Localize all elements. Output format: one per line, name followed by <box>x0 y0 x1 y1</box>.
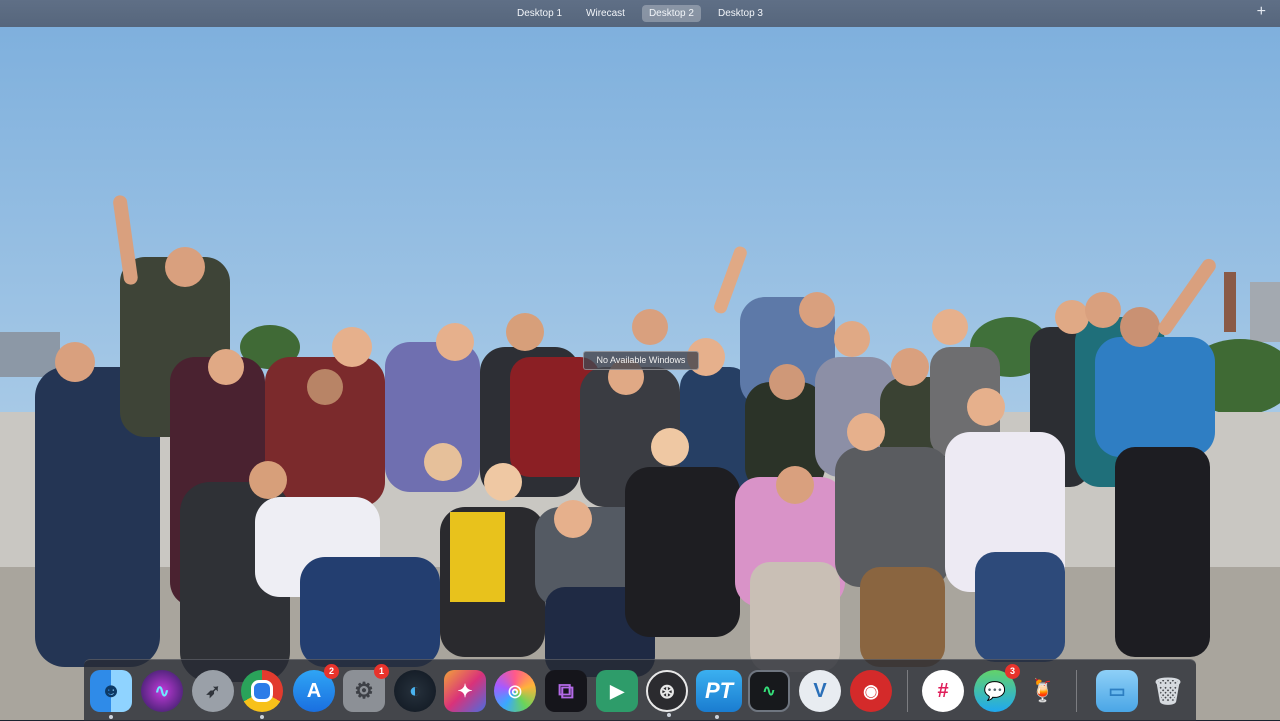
dock: ☻ ∿ ➶ A2 ⚙ 1 ◐ ✦ ◎ ⧉ ▶ ⊛ PT ∿ V ◉ # 💬 3 … <box>84 659 1196 721</box>
notification-badge: 1 <box>374 664 389 679</box>
space-desktop-2[interactable]: Desktop 2 <box>641 5 701 22</box>
final-cut-pro-icon[interactable]: ✦ <box>444 670 486 712</box>
messages-icon[interactable]: 💬 3 <box>974 664 1020 712</box>
notification-badge: 2 <box>324 664 339 679</box>
app-icon[interactable]: ⧉ <box>545 670 587 712</box>
app-icon[interactable]: ◐ <box>394 670 436 712</box>
app-icon[interactable]: ◉ <box>850 670 892 712</box>
motion-icon[interactable]: ◎ <box>494 670 536 712</box>
running-indicator <box>667 713 671 717</box>
notification-badge: 3 <box>1005 664 1020 679</box>
spaces-bar: Desktop 1 Wirecast Desktop 2 Desktop 3 + <box>0 0 1280 27</box>
finder-icon[interactable]: ☻ <box>90 670 132 719</box>
dock-separator <box>907 670 908 712</box>
app-store-icon[interactable]: A2 <box>293 664 339 712</box>
launchpad-icon[interactable]: ➶ <box>192 670 234 712</box>
no-windows-label: No Available Windows <box>583 351 699 370</box>
app-icon[interactable]: ▶ <box>596 670 638 712</box>
group-photo <box>0 27 1280 720</box>
pt-icon[interactable]: PT <box>696 670 742 719</box>
app-icon[interactable]: 🍹 <box>1022 670 1064 712</box>
siri-icon[interactable]: ∿ <box>141 670 183 712</box>
activity-monitor-icon[interactable]: ∿ <box>748 670 790 712</box>
space-desktop-3[interactable]: Desktop 3 <box>711 5 770 22</box>
space-wirecast[interactable]: Wirecast <box>579 5 632 22</box>
desktop-wallpaper <box>0 27 1280 720</box>
obs-icon[interactable]: ⊛ <box>646 670 688 717</box>
dock-separator <box>1076 670 1077 712</box>
running-indicator <box>715 715 719 719</box>
running-indicator <box>109 715 113 719</box>
slack-icon[interactable]: # <box>922 670 964 712</box>
chrome-icon[interactable] <box>241 670 283 719</box>
v-app-icon[interactable]: V <box>799 670 841 712</box>
space-desktop-1[interactable]: Desktop 1 <box>510 5 569 22</box>
running-indicator <box>260 715 264 719</box>
downloads-folder-icon[interactable]: ▭ <box>1096 670 1138 712</box>
system-preferences-icon[interactable]: ⚙ 1 <box>343 664 389 712</box>
trash-icon[interactable]: 🗑 <box>1147 670 1189 712</box>
plus-icon[interactable]: + <box>1257 3 1266 21</box>
